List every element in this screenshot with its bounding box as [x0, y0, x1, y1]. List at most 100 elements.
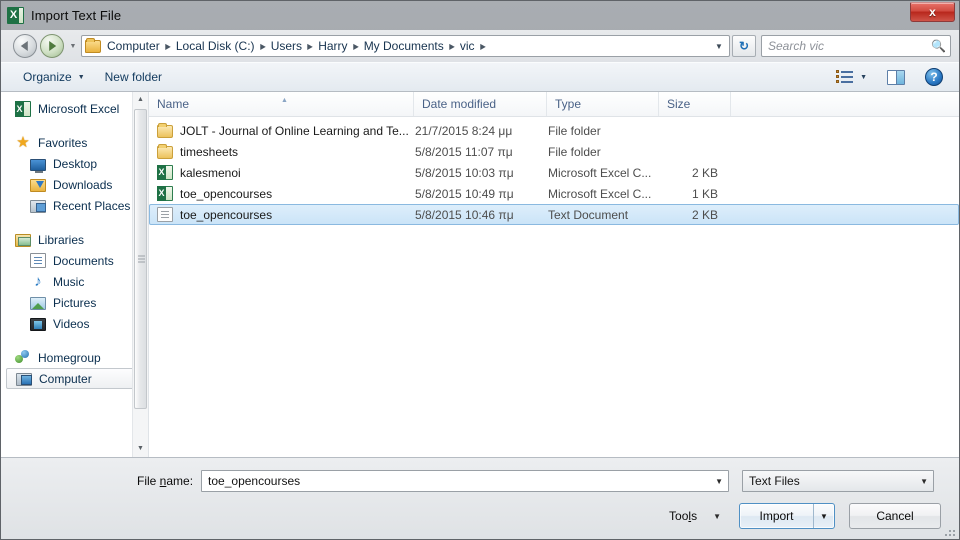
preview-pane-button[interactable]: [877, 66, 915, 89]
file-name-cell: toe_opencourses: [150, 186, 415, 201]
sidebar-item-music[interactable]: ♪ Music: [1, 271, 148, 292]
dialog-footer: File name: toe_opencourses ▼ Text Files …: [1, 458, 959, 539]
file-name-label: toe_opencourses: [180, 186, 273, 201]
scroll-down-icon[interactable]: ▼: [133, 441, 148, 457]
search-icon: 🔍: [931, 39, 946, 53]
file-list: Name Date modified Type Size JOLT - Jour…: [149, 92, 959, 457]
sidebar-item-label: Homegroup: [38, 350, 101, 365]
refresh-icon[interactable]: ↻: [732, 35, 756, 57]
sidebar-item-label: Documents: [53, 253, 114, 268]
file-type-cell: File folder: [548, 144, 601, 159]
preview-pane-icon: [887, 69, 905, 85]
file-type-cell: Microsoft Excel C...: [548, 186, 652, 201]
file-size-cell: 2 KB: [691, 165, 718, 180]
file-size-cell: 1 KB: [691, 186, 718, 201]
resize-grip-icon[interactable]: [943, 524, 955, 536]
column-header-size[interactable]: Size: [659, 92, 731, 116]
address-chevron-down-icon[interactable]: ▼: [711, 42, 727, 51]
import-chevron-down-icon[interactable]: ▼: [814, 504, 834, 528]
back-button[interactable]: [13, 34, 37, 58]
filename-value: toe_opencourses: [208, 474, 301, 488]
breadcrumb-item-computer[interactable]: Computer: [104, 39, 163, 53]
table-row[interactable]: timesheets 5/8/2015 11:07 πμ File folder: [149, 141, 959, 162]
file-name-cell: toe_opencourses: [150, 207, 415, 222]
breadcrumb-item-harry[interactable]: Harry: [315, 39, 350, 53]
list-view-icon: [836, 70, 854, 84]
command-toolbar: Organize ▼ New folder ▼ ?: [1, 62, 959, 92]
close-icon[interactable]: x: [910, 2, 955, 22]
sidebar-item-videos[interactable]: Videos: [1, 313, 148, 334]
sidebar-scrollbar[interactable]: ▲ ▼: [132, 92, 148, 457]
sidebar-item-favorites[interactable]: ★ Favorites: [1, 132, 148, 153]
import-button[interactable]: Import ▼: [739, 503, 835, 529]
folder-icon: [85, 37, 101, 53]
table-row[interactable]: JOLT - Journal of Online Learning and Te…: [149, 120, 959, 141]
tools-button[interactable]: Tools ▼: [661, 506, 729, 526]
chevron-down-icon: ▼: [77, 73, 85, 81]
chevron-down-icon[interactable]: ▼: [710, 477, 728, 486]
address-bar[interactable]: Computer ▶ Local Disk (C:) ▶ Users ▶ Har…: [81, 35, 730, 57]
sidebar-item-computer[interactable]: Computer: [6, 368, 143, 389]
sidebar-item-label: Pictures: [53, 295, 97, 310]
table-row[interactable]: toe_opencourses 5/8/2015 10:46 πμ Text D…: [149, 204, 959, 225]
file-name-label: toe_opencourses: [180, 207, 273, 222]
documents-icon: [30, 253, 46, 268]
column-header-filler: [731, 92, 959, 116]
file-name-cell: JOLT - Journal of Online Learning and Te…: [150, 123, 415, 138]
organize-button[interactable]: Organize ▼: [13, 66, 95, 88]
sidebar-item-label: Music: [53, 274, 85, 289]
import-label[interactable]: Import: [740, 504, 814, 528]
excel-icon: [15, 100, 31, 117]
chevron-down-icon[interactable]: ▼: [915, 477, 933, 486]
breadcrumb-item-local-disk[interactable]: Local Disk (C:): [173, 39, 258, 53]
table-row[interactable]: kalesmenoi 5/8/2015 10:03 πμ Microsoft E…: [149, 162, 959, 183]
file-list-rows: JOLT - Journal of Online Learning and Te…: [149, 117, 959, 457]
file-date-cell: 5/8/2015 10:46 πμ: [415, 207, 514, 222]
sidebar-item-libraries[interactable]: Libraries: [1, 229, 148, 250]
sidebar-item-pictures[interactable]: Pictures: [1, 292, 148, 313]
file-date-cell: 21/7/2015 8:24 μμ: [415, 123, 513, 138]
sidebar-item-label: Libraries: [38, 232, 85, 247]
new-folder-button[interactable]: New folder: [95, 66, 172, 88]
help-icon: ?: [925, 68, 943, 86]
scroll-up-icon[interactable]: ▲: [133, 92, 148, 108]
recent-places-icon: [30, 200, 46, 213]
sidebar-item-downloads[interactable]: Downloads: [1, 174, 148, 195]
sidebar-item-homegroup[interactable]: Homegroup: [1, 347, 148, 368]
recent-pages-chevron-down-icon[interactable]: ▼: [67, 43, 79, 50]
sidebar-item-documents[interactable]: Documents: [1, 250, 148, 271]
file-date-cell: 5/8/2015 10:49 πμ: [415, 186, 514, 201]
change-view-button[interactable]: ▼: [826, 66, 877, 88]
breadcrumb-item-vic[interactable]: vic: [457, 39, 478, 53]
column-header-type[interactable]: Type: [547, 92, 659, 116]
sidebar-item-microsoft-excel[interactable]: Microsoft Excel: [1, 98, 148, 119]
filetype-value: Text Files: [749, 474, 800, 488]
help-button[interactable]: ?: [915, 64, 953, 90]
column-header-date-modified[interactable]: Date modified: [414, 92, 547, 116]
breadcrumb-item-my-documents[interactable]: My Documents: [361, 39, 447, 53]
filename-input[interactable]: toe_opencourses ▼: [201, 470, 730, 492]
file-type-cell: Microsoft Excel C...: [548, 165, 652, 180]
import-text-file-dialog: Import Text File x ▼ Computer ▶ Local Di…: [0, 0, 960, 540]
scrollbar-thumb[interactable]: [134, 109, 147, 409]
libraries-icon: [15, 234, 31, 247]
sidebar-item-label: Desktop: [53, 156, 98, 171]
chevron-down-icon: ▼: [713, 511, 721, 521]
search-input[interactable]: Search vic 🔍: [761, 35, 951, 57]
cancel-button[interactable]: Cancel: [849, 503, 941, 529]
filetype-select[interactable]: Text Files ▼: [742, 470, 935, 492]
forward-button[interactable]: [40, 34, 64, 58]
excel-icon: [7, 7, 24, 24]
column-header-name[interactable]: Name: [149, 92, 414, 116]
sidebar-item-recent-places[interactable]: Recent Places: [1, 195, 148, 216]
sidebar-item-desktop[interactable]: Desktop: [1, 153, 148, 174]
file-name-label: JOLT - Journal of Online Learning and Te…: [180, 123, 409, 138]
breadcrumb-separator-icon: ▶: [479, 41, 486, 51]
breadcrumb-item-users[interactable]: Users: [268, 39, 305, 53]
tools-label: Tools: [669, 509, 698, 523]
excel-csv-icon: [157, 186, 173, 201]
folder-icon: [157, 144, 173, 159]
table-row[interactable]: toe_opencourses 5/8/2015 10:49 πμ Micros…: [149, 183, 959, 204]
breadcrumb-separator-icon: ▶: [352, 41, 359, 51]
computer-icon: [16, 373, 32, 386]
